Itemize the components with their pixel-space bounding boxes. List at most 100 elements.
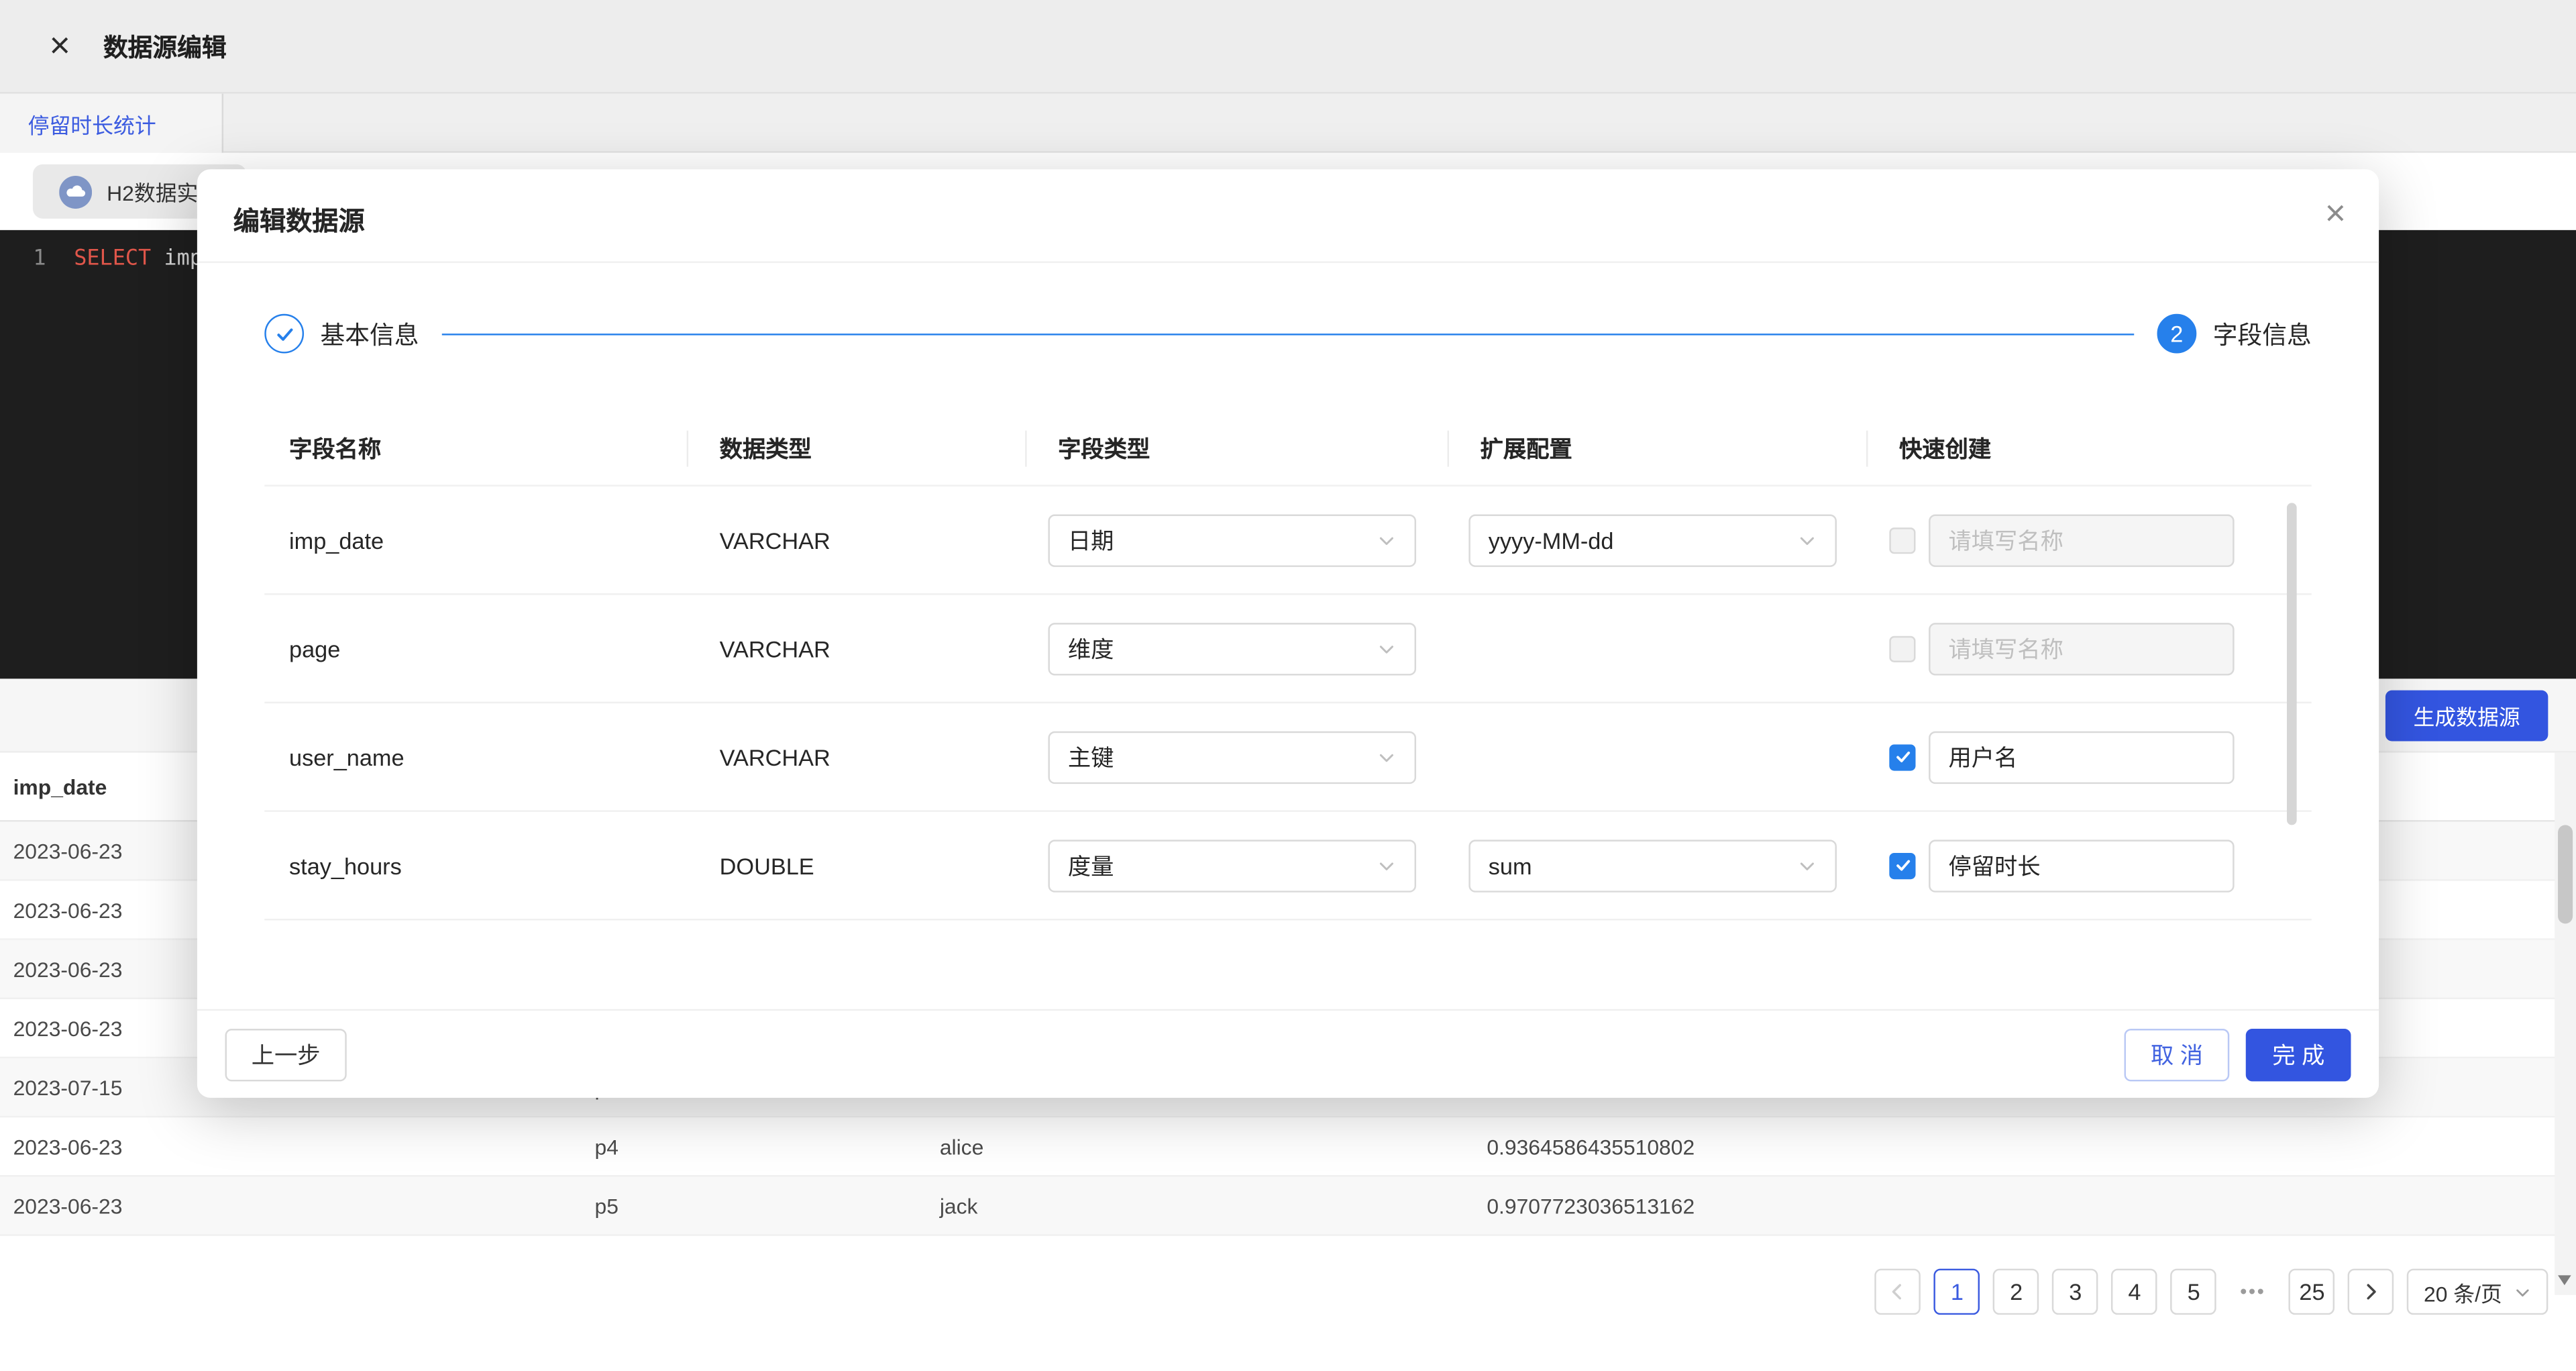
select-value: 主键: [1068, 740, 1114, 773]
pagination-next-button[interactable]: [2348, 1269, 2394, 1315]
field-name: imp_date: [264, 527, 686, 553]
field-name: stay_hours: [264, 852, 686, 878]
chevron-down-icon: [2514, 1282, 2532, 1301]
quick-name-input: [1929, 622, 2235, 674]
close-icon[interactable]: ×: [49, 28, 70, 64]
step-title: 字段信息: [2213, 316, 2312, 350]
quick-name-input[interactable]: [1929, 839, 2235, 891]
pagination-page-5[interactable]: 5: [2171, 1269, 2217, 1315]
pagination-page-4[interactable]: 4: [2112, 1269, 2158, 1315]
steps: 基本信息 2 字段信息: [264, 314, 2311, 354]
check-icon: [1893, 856, 1911, 874]
data-type: VARCHAR: [687, 744, 1025, 770]
chevron-down-icon: [1797, 856, 1817, 875]
field-table-scrollbar: [2287, 493, 2297, 917]
column-header-ext-config: 扩展配置: [1448, 431, 1866, 464]
scroll-down-arrow-icon[interactable]: [2558, 1275, 2571, 1285]
field-row-page: page VARCHAR 维度: [264, 595, 2311, 704]
field-row-user-name: user_name VARCHAR 主键: [264, 703, 2311, 812]
table-row: 2023-06-23 p4 alice 0.9364586435510802: [0, 1117, 2576, 1176]
cell-imp-date: 2023-06-23: [13, 1015, 123, 1040]
sql-code-rest: imp: [151, 246, 203, 271]
cell-stay-hours: 0.9707723036513162: [1487, 1193, 1695, 1218]
quick-create-checkbox: [1889, 636, 1915, 662]
cloud-database-icon: [59, 175, 92, 208]
cell-stay-hours: 0.9364586435510802: [1487, 1134, 1695, 1159]
cell-page: p4: [595, 1134, 619, 1159]
page-size-value: 20 条/页: [2424, 1276, 2502, 1308]
generate-datasource-button[interactable]: 生成数据源: [2385, 691, 2548, 742]
pagination-page-2[interactable]: 2: [1993, 1269, 2039, 1315]
sql-code: SELECT imp: [74, 245, 203, 274]
select-value: sum: [1489, 852, 1532, 878]
screen: × 数据源编辑 停留时长统计 H2数据实例 1 SELECT imp 生成数据源…: [0, 0, 2576, 1371]
chevron-down-icon: [1797, 530, 1817, 550]
modal-title: 编辑数据源: [233, 199, 365, 238]
date-format-select[interactable]: yyyy-MM-dd: [1468, 513, 1837, 566]
pagination-ellipsis[interactable]: •••: [2230, 1269, 2276, 1315]
field-type-select[interactable]: 日期: [1048, 513, 1416, 566]
select-value: 维度: [1068, 632, 1114, 665]
cell-imp-date: 2023-07-15: [13, 1075, 123, 1100]
sql-keyword: SELECT: [74, 246, 151, 271]
field-row-stay-hours: stay_hours DOUBLE 度量 sum: [264, 812, 2311, 921]
cell-user-name: alice: [940, 1134, 984, 1159]
chevron-down-icon: [1377, 638, 1396, 658]
modal-header: 编辑数据源 ×: [197, 169, 2379, 263]
column-header-field-name: 字段名称: [264, 431, 686, 464]
cell-imp-date: 2023-06-23: [13, 1134, 123, 1159]
pagination-page-1[interactable]: 1: [1934, 1269, 1980, 1315]
column-header-field-type: 字段类型: [1025, 431, 1447, 464]
step-title: 基本信息: [321, 316, 419, 350]
pagination-page-3[interactable]: 3: [2053, 1269, 2099, 1315]
page-scrollbar: [2555, 753, 2576, 1295]
field-name: page: [264, 636, 686, 662]
aggregation-select[interactable]: sum: [1468, 839, 1837, 891]
select-value: yyyy-MM-dd: [1489, 527, 1614, 553]
previous-step-button[interactable]: 上一步: [225, 1029, 347, 1081]
cell-page: p5: [595, 1193, 619, 1218]
step-basic-info[interactable]: 基本信息: [264, 314, 419, 354]
modal-footer: 上一步 取 消 完 成: [197, 1009, 2379, 1098]
cell-imp-date: 2023-06-23: [13, 956, 123, 981]
cell-imp-date: 2023-06-23: [13, 1193, 123, 1218]
pagination-prev-button[interactable]: [1875, 1269, 1921, 1315]
column-header-quick-create: 快速创建: [1866, 431, 2312, 464]
pagination-page-25[interactable]: 25: [2289, 1269, 2335, 1315]
select-value: 日期: [1068, 523, 1114, 556]
done-button[interactable]: 完 成: [2246, 1029, 2351, 1081]
field-table-scrollbar-thumb[interactable]: [2287, 503, 2297, 825]
quick-name-input[interactable]: [1929, 731, 2235, 783]
field-name: user_name: [264, 744, 686, 770]
chevron-down-icon: [1377, 856, 1396, 875]
step-number-badge: 2: [2157, 314, 2196, 354]
column-header-data-type: 数据类型: [687, 431, 1025, 464]
page-size-select[interactable]: 20 条/页: [2408, 1269, 2548, 1315]
sql-editor-line: 1 SELECT imp: [0, 245, 203, 274]
field-table-header: 字段名称 数据类型 字段类型 扩展配置 快速创建: [264, 411, 2311, 487]
chevron-right-icon: [2361, 1282, 2381, 1301]
app-header: × 数据源编辑: [0, 0, 2576, 94]
chevron-down-icon: [1377, 530, 1396, 550]
column-header-imp-date: imp_date: [13, 774, 107, 799]
quick-create-checkbox[interactable]: [1889, 744, 1915, 770]
field-type-select[interactable]: 度量: [1048, 839, 1416, 891]
step-finished-check-icon: [264, 314, 304, 354]
cell-imp-date: 2023-06-23: [13, 897, 123, 922]
quick-create-checkbox[interactable]: [1889, 852, 1915, 878]
field-row-imp-date: imp_date VARCHAR 日期 yyyy-MM-dd: [264, 487, 2311, 595]
tab-stay-duration[interactable]: 停留时长统计: [0, 94, 223, 153]
cell-user-name: jack: [940, 1193, 978, 1218]
cell-imp-date: 2023-06-23: [13, 838, 123, 863]
field-type-select[interactable]: 主键: [1048, 731, 1416, 783]
step-field-info[interactable]: 2 字段信息: [2157, 314, 2311, 354]
cancel-button[interactable]: 取 消: [2125, 1029, 2229, 1081]
line-number: 1: [0, 245, 46, 274]
modal-close-icon[interactable]: ×: [2325, 193, 2346, 236]
page-scrollbar-thumb[interactable]: [2558, 825, 2573, 923]
chevron-down-icon: [1377, 747, 1396, 766]
edit-datasource-modal: 编辑数据源 × 基本信息 2 字段信息 字段名称 数据类型 字段类型 扩展配置 …: [197, 169, 2379, 1098]
page-title: 数据源编辑: [103, 29, 227, 63]
table-row: 2023-06-23 p5 jack 0.9707723036513162: [0, 1176, 2576, 1235]
field-type-select[interactable]: 维度: [1048, 622, 1416, 674]
